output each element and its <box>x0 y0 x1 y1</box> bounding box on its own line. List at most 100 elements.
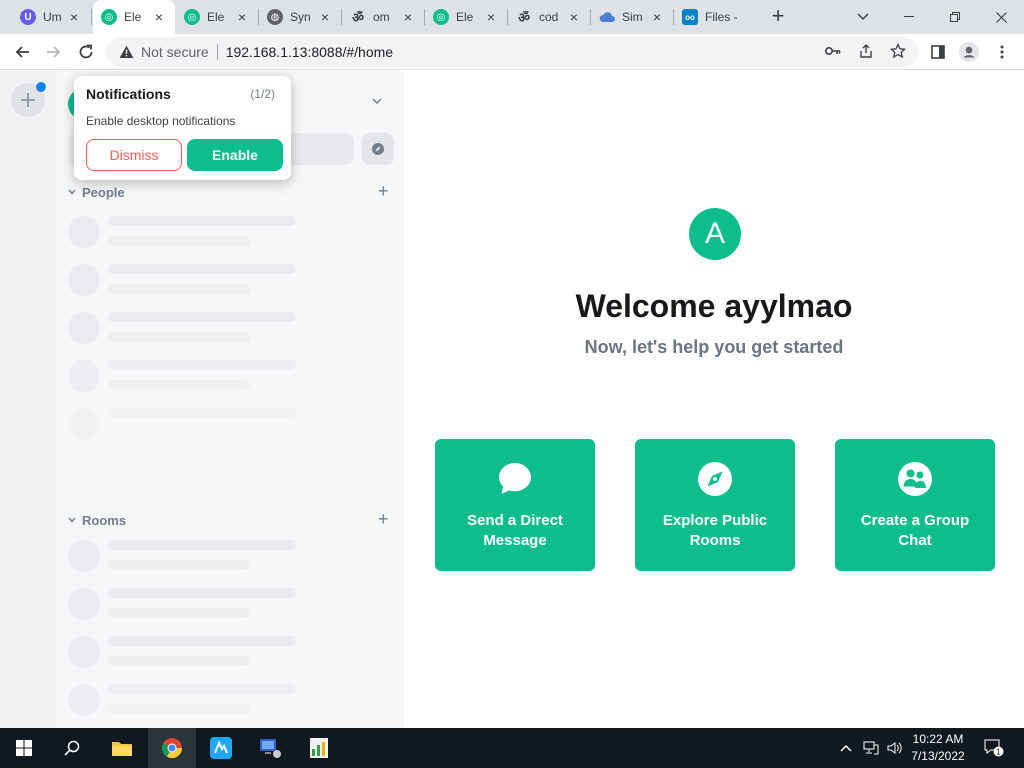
browser-tab[interactable]: ◍ Syn × <box>259 0 341 34</box>
spreadsheet-app-button[interactable] <box>295 728 343 768</box>
enable-button[interactable]: Enable <box>187 139 283 171</box>
key-icon[interactable] <box>824 42 842 60</box>
search-button[interactable] <box>48 728 96 768</box>
browser-tab[interactable]: ◎ Ele × <box>425 0 507 34</box>
tab-search-icon[interactable] <box>840 0 886 34</box>
skeleton-line <box>108 408 296 418</box>
show-hidden-icons-button[interactable] <box>836 728 856 768</box>
tab-title: om <box>373 10 390 24</box>
minimize-button[interactable] <box>886 0 932 34</box>
action-center-button[interactable]: 1 <box>980 728 1008 768</box>
new-tab-button[interactable]: + <box>766 5 790 29</box>
tab-title: Files - N <box>705 10 739 24</box>
browser-tab[interactable]: ॐ om × <box>342 0 424 34</box>
skeleton-line <box>108 360 296 370</box>
close-tab-icon[interactable]: × <box>566 9 582 25</box>
warning-icon[interactable] <box>118 44 134 60</box>
skeleton-line <box>108 656 250 666</box>
system-clock[interactable]: 10:22 AM 7/13/2022 <box>902 731 974 765</box>
home-page: A Welcome ayylmao Now, let's help you ge… <box>404 71 1024 728</box>
skeleton-avatar <box>68 264 100 296</box>
omnibox-divider <box>216 44 218 60</box>
dismiss-button[interactable]: Dismiss <box>86 139 182 171</box>
create-group-chat-button[interactable]: Create a Group Chat <box>835 439 995 571</box>
tab-title: Ele <box>124 10 142 24</box>
card-label: Explore Public Rooms <box>662 512 768 549</box>
tab-title: Syn <box>290 10 310 24</box>
browser-tab[interactable]: ◎ Ele × <box>176 0 258 34</box>
action-center-icon: 1 <box>984 739 1004 757</box>
element-icon: ◎ <box>184 9 200 25</box>
rooms-section-header[interactable]: Rooms <box>68 511 126 529</box>
chart-document-icon <box>310 738 328 758</box>
explore-rooms-button[interactable] <box>362 133 394 165</box>
reload-button[interactable] <box>72 38 100 66</box>
toast-counter: (1/2) <box>250 87 275 101</box>
close-tab-icon[interactable]: × <box>151 9 167 25</box>
back-arrow-icon <box>15 46 29 58</box>
browser-tab[interactable]: ॐ cod × <box>508 0 590 34</box>
element-icon: ◎ <box>101 9 117 25</box>
chrome-taskbar-button[interactable] <box>148 728 196 768</box>
skeleton-avatar <box>68 408 100 440</box>
skeleton-line <box>108 236 250 246</box>
tab-divider <box>91 9 92 25</box>
skeleton-line <box>108 540 296 550</box>
skeleton-avatar <box>68 588 100 620</box>
browser-tab[interactable]: oo Files - N <box>674 0 754 34</box>
start-button[interactable] <box>0 728 48 768</box>
close-tab-icon[interactable]: × <box>649 9 665 25</box>
network-app-button[interactable] <box>246 728 294 768</box>
clock-date: 7/13/2022 <box>911 749 965 763</box>
browser-tab[interactable]: Sim × <box>591 0 673 34</box>
skeleton-line <box>108 560 250 570</box>
compass-icon <box>372 143 384 155</box>
user-avatar-large[interactable]: A <box>689 208 741 260</box>
star-icon[interactable] <box>889 42 907 60</box>
reload-icon <box>79 44 93 59</box>
security-label[interactable]: Not secure <box>141 44 209 60</box>
close-tab-icon[interactable]: × <box>483 9 499 25</box>
start-chat-button[interactable]: + <box>378 181 389 202</box>
explore-public-rooms-button[interactable]: Explore Public Rooms <box>635 439 795 571</box>
app-taskbar-button[interactable] <box>197 728 245 768</box>
back-button[interactable] <box>8 38 36 66</box>
chevron-up-icon <box>840 744 852 752</box>
browser-tab[interactable]: U Um × <box>12 0 90 34</box>
skeleton-line <box>108 312 296 322</box>
computer-network-icon <box>260 739 281 758</box>
restore-button[interactable] <box>932 0 978 34</box>
forward-button[interactable] <box>40 38 68 66</box>
side-panel-icon[interactable] <box>926 40 950 64</box>
nextcloud-icon: oo <box>682 9 698 25</box>
share-icon[interactable] <box>857 42 875 60</box>
skeleton-avatar <box>68 636 100 668</box>
tab-title: Sim <box>622 10 642 24</box>
skeleton-line <box>108 380 250 390</box>
add-room-button[interactable]: + <box>378 509 389 530</box>
close-tab-icon[interactable]: × <box>400 9 416 25</box>
notification-toast: Notifications (1/2) Enable desktop notif… <box>74 76 291 180</box>
address-bar[interactable]: Not secure 192.168.1.13:8088/#/home <box>106 37 918 67</box>
browser-tab-active[interactable]: ◎ Ele × <box>93 0 175 34</box>
more-menu-icon[interactable] <box>990 40 1014 64</box>
skeleton-line <box>108 264 296 274</box>
url-text[interactable]: 192.168.1.13:8088/#/home <box>226 44 393 60</box>
send-direct-message-button[interactable]: Send a Direct Message <box>435 439 595 571</box>
close-tab-icon[interactable]: × <box>66 9 82 25</box>
network-tray-button[interactable] <box>860 728 882 768</box>
skeleton-line <box>108 636 296 646</box>
close-tab-icon[interactable]: × <box>317 9 333 25</box>
windows-logo-icon <box>16 740 32 756</box>
group-icon <box>898 462 932 496</box>
profile-icon[interactable] <box>957 40 981 64</box>
skeleton-line <box>108 588 296 598</box>
tab-title: cod <box>539 10 559 24</box>
close-window-button[interactable] <box>978 0 1024 34</box>
globe-icon: ◍ <box>267 9 283 25</box>
people-section-header[interactable]: People <box>68 183 125 201</box>
user-menu-chevron-icon[interactable] <box>372 93 382 107</box>
close-tab-icon[interactable]: × <box>234 9 250 25</box>
file-explorer-button[interactable] <box>98 728 146 768</box>
chat-bubble-icon <box>499 463 531 494</box>
